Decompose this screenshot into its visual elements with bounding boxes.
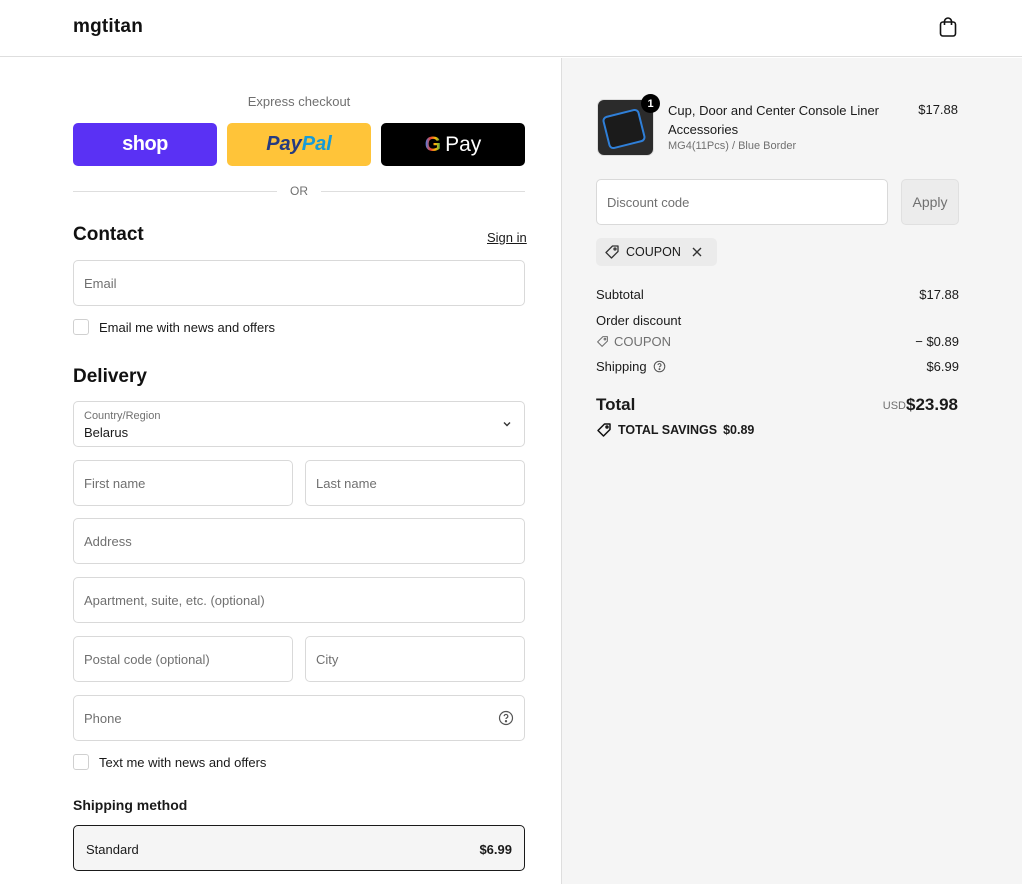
shipping-label: Shipping <box>596 359 647 374</box>
total-currency: USD <box>882 400 906 412</box>
phone-field[interactable]: Phone <box>73 695 525 741</box>
header-bar: mgtitan <box>0 0 1022 57</box>
tag-icon <box>597 336 608 347</box>
shop-pay-button[interactable]: shop <box>73 123 217 166</box>
last-name-placeholder: Last name <box>316 476 377 491</box>
city-field[interactable]: City <box>305 636 525 682</box>
order-discount-code-text: COUPON <box>614 334 672 349</box>
apply-discount-button[interactable]: Apply <box>901 179 959 225</box>
apartment-field[interactable]: Apartment, suite, etc. (optional) <box>73 577 525 623</box>
email-opt-in-label: Email me with news and offers <box>99 319 276 335</box>
tag-icon <box>597 423 611 437</box>
total-savings-label: TOTAL SAVINGS <box>618 423 718 437</box>
checkout-form-panel: Express checkout shop Pay Pal G Pay OR Co… <box>0 58 561 884</box>
google-g-icon: G <box>424 132 442 156</box>
shipping-option-price: $6.99 <box>479 842 512 857</box>
country-label: Country/Region <box>84 410 161 422</box>
shipping-value: $6.99 <box>926 359 959 374</box>
paypal-label-part1: Pay <box>266 133 302 155</box>
express-checkout-title: Express checkout <box>247 94 351 109</box>
shipping-method-title: Shipping method <box>73 797 188 813</box>
paypal-button[interactable]: Pay Pal <box>227 123 371 166</box>
order-discount-label: Order discount <box>596 313 682 328</box>
paypal-label-part2: Pal <box>301 133 332 155</box>
chevron-down-icon <box>503 422 511 427</box>
order-discount-code: COUPON <box>596 334 671 349</box>
product-price: $17.88 <box>918 102 958 117</box>
phone-placeholder: Phone <box>84 711 122 726</box>
sign-in-link[interactable]: Sign in <box>487 230 527 245</box>
tag-icon <box>605 245 619 259</box>
sms-opt-in-checkbox[interactable] <box>73 754 89 770</box>
sms-opt-in-label: Text me with news and offers <box>99 754 267 770</box>
address-field[interactable]: Address <box>73 518 525 564</box>
store-logo[interactable]: mgtitan <box>73 16 143 38</box>
first-name-placeholder: First name <box>84 476 146 491</box>
order-summary-panel: 1 Cup, Door and Center Console Liner Acc… <box>561 58 1022 884</box>
subtotal-value: $17.88 <box>919 287 959 302</box>
close-icon <box>692 247 702 257</box>
contact-title: Contact <box>73 224 144 245</box>
email-field[interactable]: Email <box>73 260 525 306</box>
help-circle-icon[interactable] <box>498 710 514 726</box>
total-savings: TOTAL SAVINGS $0.89 <box>596 422 754 438</box>
country-value: Belarus <box>84 425 129 440</box>
product-variant: MG4(11Pcs) / Blue Border <box>668 140 797 152</box>
subtotal-label: Subtotal <box>596 287 644 302</box>
last-name-field[interactable]: Last name <box>305 460 525 506</box>
discount-code-placeholder: Discount code <box>607 195 690 210</box>
city-placeholder: City <box>316 652 339 667</box>
email-placeholder: Email <box>84 276 117 291</box>
email-opt-in-checkbox[interactable] <box>73 319 89 335</box>
product-name: Cup, Door and Center Console Liner Acces… <box>668 103 880 137</box>
google-pay-label: Pay <box>445 132 482 156</box>
or-label: OR <box>290 184 308 198</box>
apartment-placeholder: Apartment, suite, etc. (optional) <box>84 593 265 608</box>
shop-pay-label: shop <box>122 133 168 155</box>
total-savings-value: $0.89 <box>723 423 755 437</box>
discount-code-field[interactable]: Discount code <box>596 179 888 225</box>
email-opt-in-row[interactable]: Email me with news and offers <box>73 319 275 335</box>
coupon-code-label: COUPON <box>626 245 681 259</box>
remove-coupon-button[interactable] <box>691 246 709 258</box>
order-discount-value: − $0.89 <box>915 334 959 349</box>
shipping-option-standard[interactable]: Standard $6.99 <box>73 825 525 871</box>
shipping-label-wrap: Shipping <box>596 359 666 374</box>
first-name-field[interactable]: First name <box>73 460 293 506</box>
country-select[interactable]: Country/Region Belarus <box>73 401 525 447</box>
product-image-mat <box>601 107 647 151</box>
google-pay-button[interactable]: G Pay <box>381 123 525 166</box>
address-placeholder: Address <box>84 534 132 549</box>
shipping-option-name: Standard <box>86 842 139 857</box>
total-label: Total <box>596 395 636 414</box>
or-divider: OR <box>73 184 525 198</box>
help-circle-icon[interactable] <box>653 360 666 373</box>
shopping-bag-icon[interactable] <box>936 15 960 39</box>
applied-coupon-chip: COUPON <box>596 238 717 266</box>
postal-code-field[interactable]: Postal code (optional) <box>73 636 293 682</box>
total-value: $23.98 <box>906 395 958 414</box>
postal-code-placeholder: Postal code (optional) <box>84 652 210 667</box>
delivery-title: Delivery <box>73 366 147 387</box>
sms-opt-in-row[interactable]: Text me with news and offers <box>73 754 266 770</box>
quantity-badge: 1 <box>641 94 660 113</box>
